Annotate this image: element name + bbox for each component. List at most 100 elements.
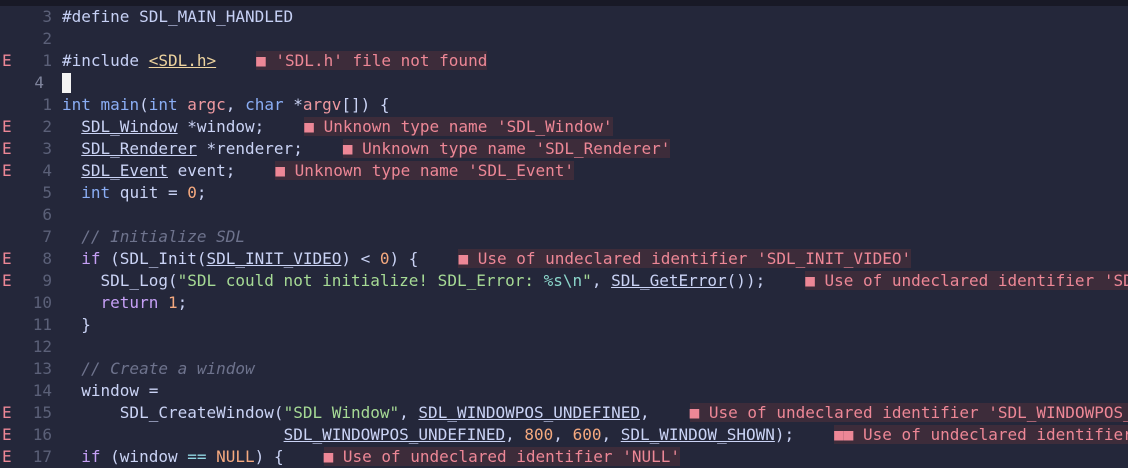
code-line[interactable]: 10 return 1; [0,292,1128,314]
line-number: 10 [32,293,52,312]
inline-error-diagnostic: ■■ Use of undeclared identifier 'SDL_WIN… [834,425,1128,444]
diagnostic-sign: E [2,271,12,290]
code-line[interactable]: E 1 #include <SDL.h> ■ 'SDL.h' file not fou… [0,50,1128,72]
code-line[interactable]: 6 [0,204,1128,226]
code-line[interactable]: 2 [0,28,1128,50]
code-token: , [591,271,612,290]
line-number: 4 [42,161,52,180]
code-token: main [100,95,140,114]
code-token: ) { [254,447,284,466]
code-text[interactable]: if (SDL_Init(SDL_INIT_VIDEO) < 0) {■ Use… [62,248,912,270]
code-token: SDL_GetError [611,271,727,290]
code-token: , [553,425,573,444]
code-line[interactable]: E 16 SDL_WINDOWPOS_UNDEFINED, 800, 600, S… [0,424,1128,446]
code-text[interactable]: window = [62,380,158,402]
code-text[interactable]: #define SDL_MAIN_HANDLED [62,6,293,28]
line-number: 17 [32,447,52,466]
code-token: <SDL.h> [148,51,217,70]
code-line[interactable]: E 2 SDL_Window *window; ■ Unknown type nam… [0,116,1128,138]
diagnostic-sign: E [2,117,12,136]
code-text[interactable]: #include <SDL.h> ■ 'SDL.h' file not found [62,50,488,72]
line-number: 13 [32,359,52,378]
text-cursor [62,73,71,93]
inline-error-diagnostic: ■ Unknown type name 'SDL_Window' [304,117,613,136]
code-text[interactable]: int main(int argc, char *argv[]) { [62,94,390,116]
line-number: 12 [32,337,52,356]
code-text[interactable]: SDL_Window *window; ■ Unknown type name '… [62,116,613,138]
code-line[interactable]: E 17 if (window == NULL) {■ Use of undecl… [0,446,1128,468]
code-text[interactable]: SDL_Renderer *renderer; ■ Unknown type na… [62,138,671,160]
code-token: ); [774,425,795,444]
line-number: 8 [42,249,52,268]
code-token: // Initialize SDL [81,227,246,246]
code-line[interactable]: 5 int quit = 0; [0,182,1128,204]
code-token: #include [62,51,149,70]
line-number: 9 [42,271,52,290]
line-number: 3 [42,139,52,158]
inline-error-diagnostic: ■ 'SDL.h' file not found [256,51,488,70]
code-text[interactable]: return 1; [62,292,188,314]
code-text[interactable]: SDL_Event event; ■ Unknown type name 'SDL… [62,160,575,182]
code-text[interactable]: // Create a window [62,358,254,380]
code-token: int [81,183,111,202]
code-text[interactable]: if (window == NULL) {■ Use of undeclared… [62,446,680,468]
code-editor[interactable]: 3 #define SDL_MAIN_HANDLED 2 E 1 #include <SD… [0,6,1128,468]
code-text[interactable] [62,72,71,94]
code-text[interactable]: SDL_WINDOWPOS_UNDEFINED, 800, 600, SDL_W… [62,424,1128,446]
code-token: 0 [187,183,197,202]
code-line[interactable]: 13 // Create a window [0,358,1128,380]
code-text[interactable]: SDL_CreateWindow("SDL Window", SDL_WINDO… [62,402,1128,424]
code-token: , [601,425,621,444]
code-line[interactable]: 1 int main(int argc, char *argv[]) { [0,94,1128,116]
code-token: *window; [177,117,265,136]
diagnostic-sign: E [2,51,12,70]
code-token: SDL_WINDOW_SHOWN [620,425,775,444]
code-token: #define SDL_MAIN_HANDLED [62,7,294,26]
code-line[interactable]: E 3 SDL_Renderer *renderer; ■ Unknown type… [0,138,1128,160]
code-token: 0 [379,249,390,268]
code-line[interactable]: E 9 SDL_Log("SDL could not initialize! SD… [0,270,1128,292]
line-number: 11 [32,315,52,334]
code-token: int [148,95,178,114]
code-token: , [639,403,650,422]
code-token: SDL_Log( [62,271,178,290]
code-line[interactable]: 3 #define SDL_MAIN_HANDLED [0,6,1128,28]
code-token: , [399,403,419,422]
code-line[interactable]: 4 [0,72,1128,94]
code-token: NULL [216,447,255,466]
code-text[interactable]: // Initialize SDL [62,226,245,248]
code-line[interactable]: E 4 SDL_Event event; ■ Unknown type name '… [0,160,1128,182]
code-token: ) { [389,249,419,268]
code-line[interactable]: E 8 if (SDL_Init(SDL_INIT_VIDEO) < 0) {■ … [0,248,1128,270]
inline-error-diagnostic: ■ Use of undeclared identifier 'SDL_INIT… [458,249,912,268]
code-token: " [582,271,592,290]
code-token: *renderer; [196,139,303,158]
code-line[interactable]: 11 } [0,314,1128,336]
line-number: 4 [34,73,44,92]
code-token: SDL_Renderer [81,139,197,158]
code-token: SDL_INIT_VIDEO [206,249,342,268]
code-line[interactable]: E 15 SDL_CreateWindow("SDL Window", SDL_W… [0,402,1128,424]
code-token: SDL_WINDOWPOS_UNDEFINED [283,425,506,444]
code-line[interactable]: 7 // Initialize SDL [0,226,1128,248]
code-text[interactable]: SDL_Log("SDL could not initialize! SDL_E… [62,270,1128,292]
code-token: , [225,95,246,114]
diagnostic-sign: E [2,447,12,466]
line-number: 14 [32,381,52,400]
line-number: 2 [42,117,52,136]
code-line[interactable]: 12 [0,336,1128,358]
code-token: } [62,315,91,334]
code-line[interactable]: 14 window = [0,380,1128,402]
code-text[interactable]: int quit = 0; [62,182,206,204]
code-token: quit = [110,183,188,202]
diagnostic-sign: E [2,403,12,422]
inline-error-diagnostic: ■ Unknown type name 'SDL_Renderer' [342,139,671,158]
code-text[interactable]: } [62,314,91,336]
diagnostic-sign: E [2,249,12,268]
